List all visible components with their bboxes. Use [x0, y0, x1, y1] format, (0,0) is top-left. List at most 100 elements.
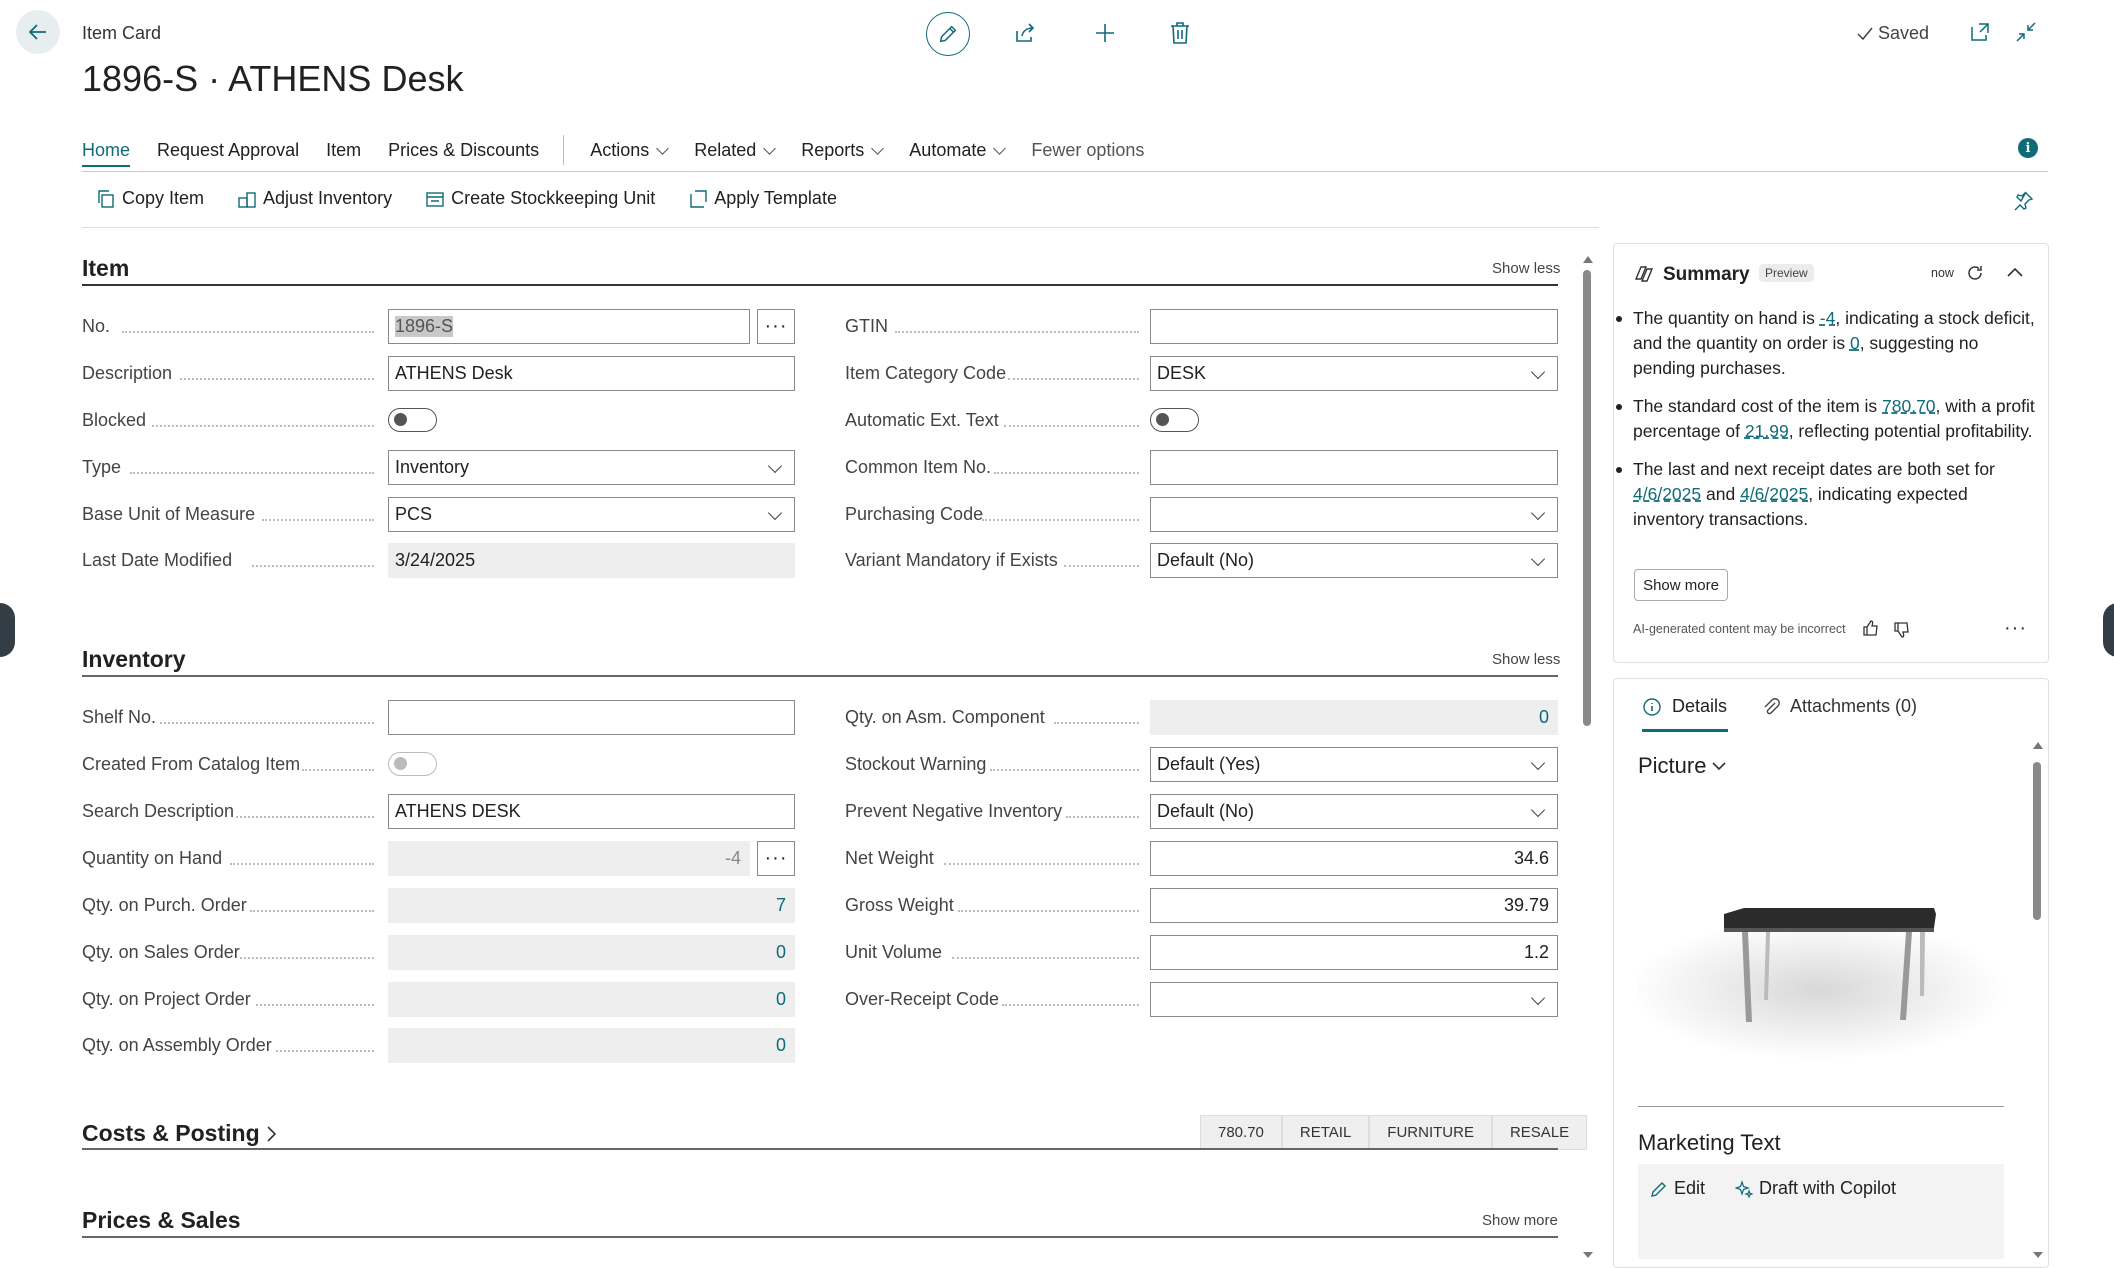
menu-reports-label: Reports	[801, 139, 865, 160]
label-leader	[252, 565, 374, 567]
chevron-down-icon	[1530, 755, 1546, 771]
right-collapse-handle[interactable]	[2103, 603, 2114, 657]
qty-on-asm-component-field[interactable]: 0	[1150, 700, 1558, 735]
label-leader	[250, 910, 374, 912]
tab-item[interactable]: Item	[326, 140, 361, 161]
blocked-toggle[interactable]	[388, 408, 437, 432]
toggle-knob	[1156, 413, 1169, 426]
label-leader	[990, 769, 1139, 771]
no-field[interactable]: 1896-S	[388, 309, 750, 344]
summary-show-more-button[interactable]: Show more	[1634, 569, 1728, 601]
qty-on-assembly-order-field[interactable]: 0	[388, 1028, 795, 1063]
tab-home[interactable]: Home	[82, 140, 131, 167]
thumbs-down-icon[interactable]	[1893, 621, 1911, 639]
scroll-down-arrow[interactable]	[1583, 1252, 1593, 1258]
scroll-thumb[interactable]	[1583, 270, 1591, 726]
pin-button[interactable]	[2012, 190, 2034, 217]
gtin-field[interactable]	[1150, 309, 1558, 344]
fewer-options-button[interactable]: Fewer options	[1031, 140, 1144, 161]
chevron-down-icon	[871, 141, 885, 155]
new-button[interactable]	[1090, 18, 1120, 48]
purchasing-code-select[interactable]	[1150, 497, 1558, 532]
pencil-icon	[939, 25, 957, 43]
item-category-code-select[interactable]: DESK	[1150, 356, 1558, 391]
picture-header[interactable]: Picture	[1638, 753, 1728, 779]
last-receipt-date-link[interactable]: 4/6/2025	[1633, 484, 1701, 504]
scroll-down-arrow[interactable]	[2033, 1252, 2043, 1258]
pencil-icon	[1651, 1181, 1666, 1197]
search-description-field[interactable]: ATHENS DESK	[388, 794, 795, 829]
share-button[interactable]	[1012, 18, 1038, 48]
unit-volume-field[interactable]: 1.2	[1150, 935, 1558, 970]
quantity-on-hand-field[interactable]: -4	[388, 841, 750, 876]
thumbs-up-icon[interactable]	[1862, 619, 1880, 637]
scroll-up-arrow[interactable]	[2033, 742, 2043, 749]
refresh-icon[interactable]	[1965, 263, 1985, 283]
costs-posting-section-title[interactable]: Costs & Posting	[82, 1120, 278, 1147]
draft-with-copilot-button[interactable]: Draft with Copilot	[1735, 1178, 1896, 1199]
scroll-thumb[interactable]	[2033, 762, 2041, 920]
tab-request-approval[interactable]: Request Approval	[157, 140, 299, 161]
tab-attachments[interactable]: Attachments (0)	[1762, 696, 1917, 717]
description-field[interactable]: ATHENS Desk	[388, 356, 795, 391]
more-options-icon[interactable]: ···	[2004, 617, 2027, 640]
prevent-negative-inventory-select[interactable]: Default (No)	[1150, 794, 1558, 829]
info-icon[interactable]: i	[2018, 138, 2038, 158]
gross-weight-field[interactable]: 39.79	[1150, 888, 1558, 923]
qty-on-project-order-field[interactable]: 0	[388, 982, 795, 1017]
delete-button[interactable]	[1167, 18, 1193, 48]
next-receipt-date-link[interactable]: 4/6/2025	[1740, 484, 1808, 504]
stockout-warning-select[interactable]: Default (Yes)	[1150, 747, 1558, 782]
standard-cost-link[interactable]: 780.70	[1882, 396, 1936, 416]
label-leader	[994, 472, 1139, 474]
menu-related[interactable]: Related	[694, 140, 777, 161]
tab-prices-discounts[interactable]: Prices & Discounts	[388, 140, 539, 161]
qty-on-sales-order-field[interactable]: 0	[388, 935, 795, 970]
net-weight-field[interactable]: 34.6	[1150, 841, 1558, 876]
picture-title: Picture	[1638, 753, 1707, 778]
summary-text: The standard cost of the item is	[1633, 396, 1883, 416]
variant-mandatory-select[interactable]: Default (No)	[1150, 543, 1558, 578]
create-sku-button[interactable]: Create Stockkeeping Unit	[425, 188, 655, 209]
main-scrollbar[interactable]	[1581, 256, 1593, 1258]
no-assist-button[interactable]: ···	[757, 309, 795, 344]
over-receipt-code-select[interactable]	[1150, 982, 1558, 1017]
left-collapse-handle[interactable]	[0, 603, 15, 657]
scroll-up-arrow[interactable]	[1583, 256, 1593, 263]
menu-reports[interactable]: Reports	[801, 139, 885, 161]
inventory-section-title[interactable]: Inventory	[82, 646, 186, 673]
details-scrollbar[interactable]	[2031, 742, 2043, 1259]
item-show-less-link[interactable]: Show less	[1492, 260, 1560, 277]
back-button[interactable]	[16, 10, 60, 54]
adjust-inventory-button[interactable]: Adjust Inventory	[237, 188, 392, 209]
copy-item-button[interactable]: Copy Item	[96, 188, 204, 209]
prices-sales-section-title[interactable]: Prices & Sales	[82, 1207, 241, 1234]
base-uom-select[interactable]: PCS	[388, 497, 795, 532]
chevron-up-icon[interactable]	[2006, 266, 2024, 280]
profit-percentage-link[interactable]: 21.99	[1745, 421, 1789, 441]
purchasing-code-label: Purchasing Code	[845, 504, 984, 524]
automatic-ext-text-toggle[interactable]	[1150, 408, 1199, 432]
common-item-no-field[interactable]	[1150, 450, 1558, 485]
menu-actions-label: Actions	[590, 139, 650, 160]
qty-on-purch-order-field[interactable]: 7	[388, 888, 795, 923]
quantity-on-hand-assist-button[interactable]: ···	[757, 841, 795, 876]
inventory-show-less-link[interactable]: Show less	[1492, 651, 1560, 668]
open-in-new-window-icon	[1971, 23, 1989, 41]
item-section-title[interactable]: Item	[82, 255, 129, 282]
collapse-button[interactable]	[2014, 20, 2038, 44]
shelf-no-field[interactable]	[388, 700, 795, 735]
menu-actions[interactable]: Actions	[590, 139, 670, 161]
apply-template-button[interactable]: Apply Template	[688, 188, 837, 209]
prices-show-more-link[interactable]: Show more	[1482, 1212, 1558, 1229]
quantity-on-order-link[interactable]: 0	[1850, 333, 1860, 353]
tab-details[interactable]: Details	[1642, 696, 1727, 717]
menu-automate[interactable]: Automate	[909, 140, 1007, 161]
quantity-on-hand-link[interactable]: -4	[1820, 308, 1836, 328]
marketing-edit-button[interactable]: Edit	[1650, 1178, 1705, 1199]
type-select[interactable]: Inventory	[388, 450, 795, 485]
sparkle-icon	[1735, 1179, 1753, 1198]
chevron-down-icon	[1530, 505, 1546, 521]
open-new-window-button[interactable]	[1968, 20, 1992, 44]
edit-button[interactable]	[926, 12, 970, 56]
